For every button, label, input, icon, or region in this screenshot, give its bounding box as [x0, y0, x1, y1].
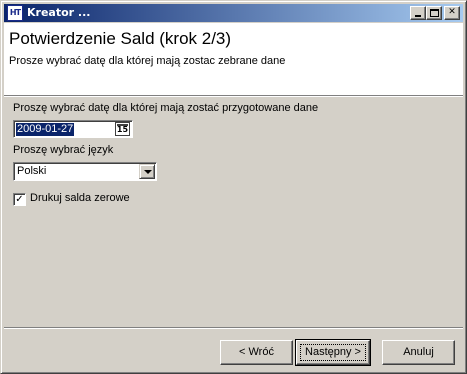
back-button[interactable]: < Wróć [220, 340, 293, 365]
app-icon: HT [7, 5, 23, 21]
window-title: Kreator ... [27, 6, 91, 19]
check-icon: ✓ [15, 194, 24, 205]
close-button[interactable]: ✕ [444, 6, 460, 20]
date-label: Proszę wybrać datę dla której mają zosta… [13, 102, 319, 114]
language-select[interactable]: Polski [13, 162, 157, 181]
page-subtitle: Prosze wybrać datę dla której mają zosta… [9, 55, 286, 67]
footer-divider [4, 327, 463, 329]
chevron-down-icon [144, 170, 152, 174]
cancel-button[interactable]: Anuluj [382, 340, 455, 365]
zero-balances-checkbox[interactable]: ✓ [13, 193, 26, 206]
close-icon: ✕ [448, 7, 456, 17]
next-button[interactable]: Następny > [295, 339, 371, 366]
minimize-icon [415, 15, 421, 17]
calendar-button[interactable]: 15 [115, 122, 130, 136]
focus-rect [300, 344, 366, 361]
page-title: Potwierdzenie Sald (krok 2/3) [9, 29, 232, 48]
title-bar[interactable]: HT Kreator ... ✕ [4, 4, 463, 22]
date-field[interactable]: 2009-01-27 15 [13, 120, 133, 138]
wizard-header: Potwierdzenie Sald (krok 2/3) Prosze wyb… [4, 23, 463, 95]
wizard-window: HT Kreator ... ✕ Potwierdzenie Sald (kro… [0, 0, 467, 374]
language-select-value: Polski [17, 165, 47, 177]
header-divider [4, 95, 463, 97]
maximize-button[interactable] [426, 6, 442, 20]
zero-balances-label[interactable]: Drukuj salda zerowe [30, 192, 130, 204]
language-label: Proszę wybrać język [13, 144, 114, 156]
dropdown-button[interactable] [139, 164, 155, 179]
minimize-button[interactable] [410, 6, 426, 20]
maximize-icon [430, 9, 439, 17]
date-value[interactable]: 2009-01-27 [16, 123, 75, 136]
calendar-icon-day: 15 [116, 125, 129, 134]
